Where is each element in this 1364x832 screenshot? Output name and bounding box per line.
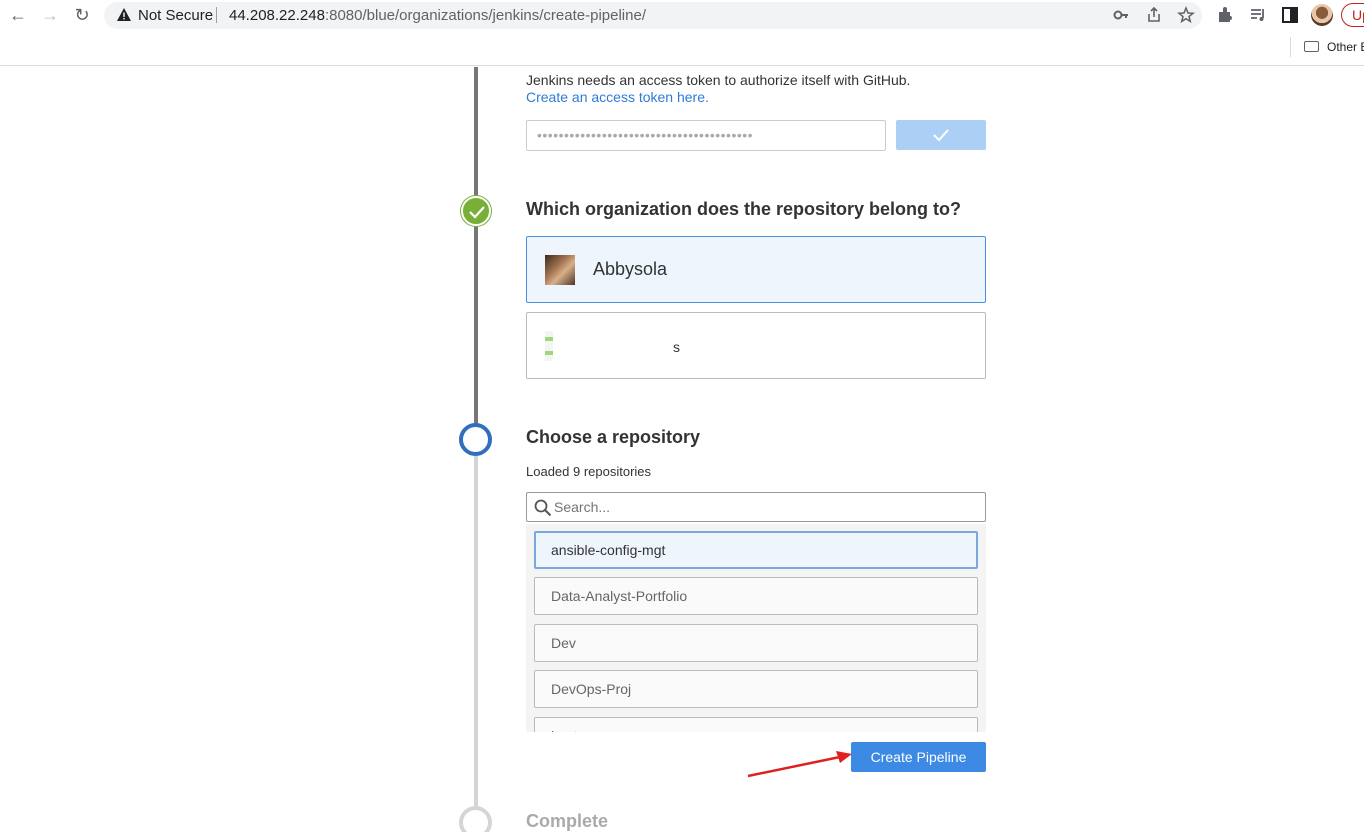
- folder-icon: [1304, 41, 1319, 52]
- step-complete-icon: [461, 196, 491, 226]
- repository-item[interactable]: Dev: [534, 624, 978, 662]
- bookmark-divider: [1290, 37, 1291, 57]
- organization-avatar: [545, 255, 575, 285]
- repository-item[interactable]: ansible-config-mgt: [534, 531, 978, 569]
- repository-item[interactable]: DevOps-Proj: [534, 670, 978, 708]
- repository-item[interactable]: Data-Analyst-Portfolio: [534, 577, 978, 615]
- separator: [216, 7, 217, 23]
- media-queue-icon[interactable]: [1248, 5, 1268, 25]
- search-icon: [534, 499, 552, 517]
- organization-avatar: [545, 331, 553, 361]
- url-host: 44.208.22.248: [229, 7, 325, 24]
- token-connect-button[interactable]: [896, 120, 986, 150]
- token-help-text: Jenkins needs an access token to authori…: [526, 72, 911, 88]
- browser-toolbar: ← → ↻ Not Secure 44.208.22.248:8080/blue…: [0, 0, 1364, 66]
- repository-item[interactable]: hostsee: [534, 717, 978, 732]
- access-token-input[interactable]: ••••••••••••••••••••••••••••••••••••••••: [526, 120, 886, 151]
- create-pipeline-button[interactable]: Create Pipeline: [851, 742, 986, 772]
- step-current-icon: [459, 423, 492, 456]
- update-button[interactable]: Up: [1341, 3, 1364, 27]
- organization-card-second[interactable]: s: [526, 312, 986, 379]
- address-bar[interactable]: Not Secure 44.208.22.248:8080/blue/organ…: [104, 2, 1202, 29]
- create-pipeline-page: Jenkins needs an access token to authori…: [0, 67, 1364, 832]
- organization-heading: Which organization does the repository b…: [526, 199, 962, 219]
- complete-heading: Complete: [526, 811, 609, 831]
- step-pending-icon: [459, 806, 492, 832]
- repository-list[interactable]: ansible-config-mgt Data-Analyst-Portfoli…: [526, 524, 986, 732]
- warning-icon: [117, 8, 131, 21]
- url-path: :8080/blue/organizations/jenkins/create-…: [324, 7, 646, 24]
- timeline-line-completed: [474, 67, 478, 439]
- security-status[interactable]: Not Secure: [138, 7, 213, 24]
- repository-heading: Choose a repository: [526, 427, 701, 447]
- annotation-arrow: [747, 751, 852, 778]
- organization-card-abbysola[interactable]: Abbysola: [526, 236, 986, 303]
- loaded-repositories-text: Loaded 9 repositories: [526, 464, 652, 479]
- timeline-line-pending: [474, 439, 478, 832]
- checkmark-icon: [469, 206, 485, 219]
- url-text[interactable]: 44.208.22.248:8080/blue/organizations/je…: [229, 7, 646, 24]
- extensions-icon[interactable]: [1215, 5, 1235, 25]
- search-input[interactable]: [554, 497, 974, 517]
- checkmark-icon: [933, 129, 949, 142]
- share-icon[interactable]: [1145, 6, 1163, 24]
- other-bookmarks-label: Other B: [1327, 40, 1364, 54]
- forward-icon[interactable]: →: [40, 5, 60, 25]
- back-icon[interactable]: ←: [8, 5, 28, 25]
- other-bookmarks[interactable]: Other B: [1304, 40, 1364, 54]
- profile-avatar[interactable]: [1311, 4, 1333, 26]
- key-icon[interactable]: [1112, 6, 1130, 24]
- create-token-link[interactable]: Create an access token here.: [526, 89, 709, 105]
- star-icon[interactable]: [1177, 6, 1195, 24]
- organization-name: s: [673, 339, 680, 355]
- side-panel-icon[interactable]: [1280, 5, 1300, 25]
- reload-icon[interactable]: ↻: [72, 5, 92, 25]
- organization-name: Abbysola: [593, 259, 668, 279]
- repository-search[interactable]: [526, 492, 986, 522]
